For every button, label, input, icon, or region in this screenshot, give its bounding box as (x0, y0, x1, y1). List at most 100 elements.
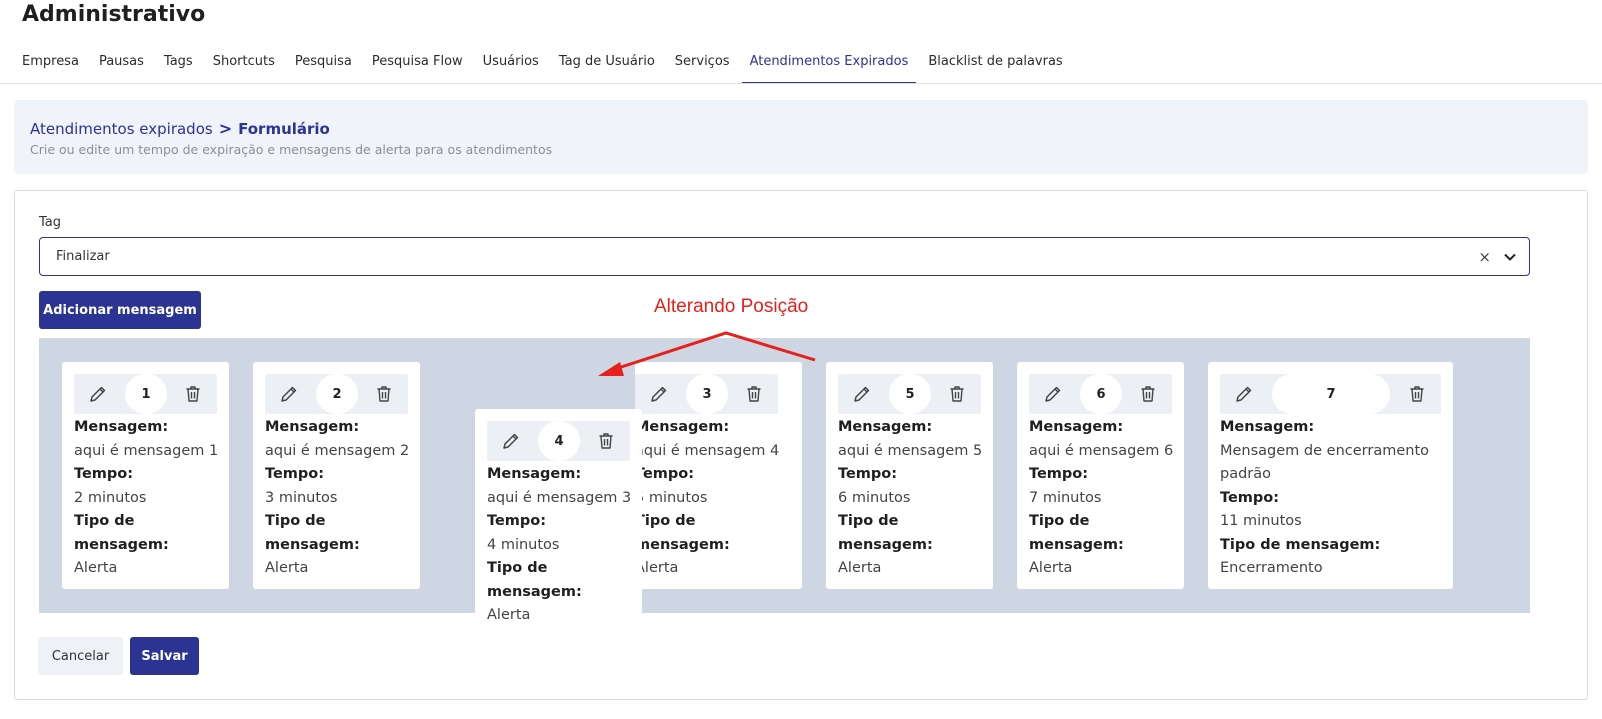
tipo-label: Tipo de mensagem: (1029, 513, 1124, 553)
annotation-label: Alterando Posição (654, 296, 809, 317)
mensagem-label: Mensagem: (1029, 419, 1124, 435)
card-toolbar: 5 (838, 374, 981, 414)
pencil-icon[interactable] (88, 384, 108, 404)
tab-tags[interactable]: Tags (164, 50, 193, 84)
pencil-icon[interactable] (1234, 384, 1254, 404)
add-message-button[interactable]: Adicionar mensagem (39, 291, 201, 329)
tempo-label: Tempo: (635, 466, 695, 482)
tempo-value: 11 minutos (1220, 513, 1302, 529)
trash-icon[interactable] (374, 384, 394, 404)
card-toolbar: 2 (265, 374, 408, 414)
tipo-label: Tipo de mensagem: (1220, 536, 1381, 553)
tipo-value: Alerta (838, 560, 882, 576)
tab-atendimentos-expirados[interactable]: Atendimentos Expirados (741, 50, 917, 84)
mensagem-value: aqui é mensagem 3 (487, 489, 632, 506)
close-icon[interactable]: × (1478, 248, 1491, 266)
page-header: Atendimentos expirados > Formulário Crie… (14, 100, 1588, 174)
tab-shortcuts[interactable]: Shortcuts (213, 50, 275, 84)
tab-tag-de-usuario[interactable]: Tag de Usuário (559, 50, 655, 84)
card-body: Mensagem: aqui é mensagem 2 Tempo: 3 minuto… (265, 416, 412, 581)
tempo-label: Tempo: (487, 513, 547, 529)
tag-select[interactable]: Finalizar × (39, 237, 1530, 276)
mensagem-value: aqui é mensagem 1 (74, 442, 219, 459)
trash-icon[interactable] (596, 431, 616, 451)
card-body: Mensagem: aqui é mensagem 3 Tempo: 4 minuto… (487, 463, 634, 628)
tag-select-value: Finalizar (56, 249, 110, 264)
tipo-label: Tipo de mensagem: (635, 513, 730, 553)
trash-icon[interactable] (947, 384, 967, 404)
tempo-label: Tempo: (74, 466, 134, 482)
save-button[interactable]: Salvar (130, 637, 199, 675)
trash-icon[interactable] (183, 384, 203, 404)
tab-servicos[interactable]: Serviços (675, 50, 730, 84)
card-body: Mensagem: Mensagem de encerramento padrão… (1220, 416, 1445, 581)
pencil-icon[interactable] (649, 384, 669, 404)
tipo-label: Tipo de mensagem: (838, 513, 933, 553)
mensagem-value: aqui é mensagem 4 (635, 442, 780, 459)
trash-icon[interactable] (744, 384, 764, 404)
card-toolbar: 3 (635, 374, 778, 414)
message-card[interactable]: 2 Mensagem: aqui é mensagem 2 Tempo: 3 minut… (253, 362, 420, 589)
message-card-dragging[interactable]: 4 Mensagem: aqui é mensagem 3 Tempo: 4 minut… (475, 409, 642, 623)
breadcrumb: Atendimentos expirados > Formulário (30, 119, 330, 138)
mensagem-value: aqui é mensagem 5 (838, 442, 983, 459)
card-body: Mensagem: aqui é mensagem 1 Tempo: 2 minuto… (74, 416, 221, 581)
tipo-value: Alerta (1029, 560, 1073, 576)
tempo-value: 5 minutos (635, 489, 708, 506)
mensagem-value: Mensagem de encerramento padrão (1220, 442, 1430, 483)
tab-pesquisa-flow[interactable]: Pesquisa Flow (372, 50, 463, 84)
card-position-number[interactable]: 2 (316, 374, 358, 414)
tempo-label: Tempo: (265, 466, 325, 482)
tempo-label: Tempo: (1029, 466, 1089, 482)
tipo-label: Tipo de mensagem: (74, 513, 169, 553)
pencil-icon[interactable] (852, 384, 872, 404)
mensagem-label: Mensagem: (635, 419, 730, 435)
message-card[interactable]: 7 Mensagem: Mensagem de encerramento padrã… (1208, 362, 1453, 589)
cancel-button[interactable]: Cancelar (38, 637, 123, 675)
mensagem-value: aqui é mensagem 6 (1029, 442, 1174, 459)
pencil-icon[interactable] (501, 431, 521, 451)
mensagem-label: Mensagem: (1220, 419, 1315, 435)
tab-empresa[interactable]: Empresa (22, 50, 79, 84)
tab-pausas[interactable]: Pausas (99, 50, 144, 84)
pencil-icon[interactable] (279, 384, 299, 404)
tab-blacklist-de-palavras[interactable]: Blacklist de palavras (928, 50, 1062, 84)
message-card[interactable]: 5 Mensagem: aqui é mensagem 5 Tempo: 6 minut… (826, 362, 993, 589)
tipo-value: Alerta (265, 560, 309, 576)
card-position-number[interactable]: 5 (889, 374, 931, 414)
card-position-number[interactable]: 7 (1272, 374, 1390, 414)
mensagem-value: aqui é mensagem 2 (265, 442, 410, 459)
tipo-value: Alerta (487, 607, 531, 623)
tab-usuarios[interactable]: Usuários (483, 50, 539, 84)
mensagem-label: Mensagem: (487, 466, 582, 482)
card-position-number[interactable]: 6 (1080, 374, 1122, 414)
tempo-label: Tempo: (1220, 489, 1280, 506)
tipo-value: Encerramento (1220, 560, 1323, 576)
card-position-number[interactable]: 4 (538, 421, 580, 461)
card-body: Mensagem: aqui é mensagem 4 Tempo: 5 minuto… (635, 416, 794, 581)
breadcrumb-parent-link[interactable]: Atendimentos expirados (30, 120, 213, 138)
message-card[interactable]: 3 Mensagem: aqui é mensagem 4 Tempo: 5 minut… (635, 362, 802, 589)
message-card[interactable]: 6 Mensagem: aqui é mensagem 6 Tempo: 7 minut… (1017, 362, 1184, 589)
trash-icon[interactable] (1407, 384, 1427, 404)
page-subtitle: Crie ou edite um tempo de expiração e me… (30, 142, 553, 157)
tab-pesquisa[interactable]: Pesquisa (295, 50, 352, 84)
breadcrumb-separator: > (218, 119, 233, 138)
tipo-label: Tipo de mensagem: (265, 513, 360, 553)
breadcrumb-current: Formulário (238, 119, 330, 138)
tempo-value: 3 minutos (265, 489, 338, 506)
card-body: Mensagem: aqui é mensagem 5 Tempo: 6 minuto… (838, 416, 985, 581)
tempo-value: 4 minutos (487, 536, 560, 553)
trash-icon[interactable] (1138, 384, 1158, 404)
mensagem-label: Mensagem: (838, 419, 933, 435)
card-position-number[interactable]: 3 (686, 374, 728, 414)
tempo-value: 6 minutos (838, 489, 911, 506)
pencil-icon[interactable] (1043, 384, 1063, 404)
card-toolbar: 4 (487, 421, 630, 461)
message-card[interactable]: 1 Mensagem: aqui é mensagem 1 Tempo: 2 minut… (62, 362, 229, 589)
tab-divider (0, 83, 1602, 84)
card-body: Mensagem: aqui é mensagem 6 Tempo: 7 minuto… (1029, 416, 1176, 581)
chevron-down-icon[interactable] (1503, 250, 1517, 264)
card-position-number[interactable]: 1 (125, 374, 167, 414)
card-toolbar: 7 (1220, 374, 1441, 414)
